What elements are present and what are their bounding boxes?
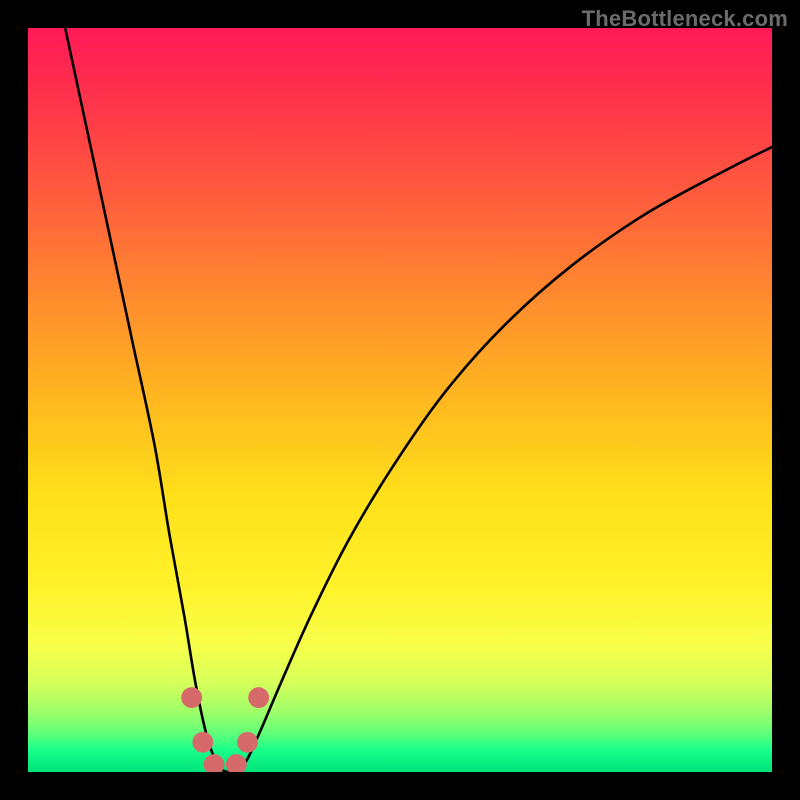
curve-marker [237, 732, 258, 753]
curve-marker [181, 687, 202, 708]
plot-area [28, 28, 772, 772]
bottleneck-curve [65, 28, 772, 772]
curve-markers [181, 687, 269, 772]
curve-marker [204, 754, 225, 772]
curve-marker [192, 732, 213, 753]
chart-svg [28, 28, 772, 772]
curve-marker [226, 754, 247, 772]
curve-marker [248, 687, 269, 708]
chart-frame: TheBottleneck.com [0, 0, 800, 800]
